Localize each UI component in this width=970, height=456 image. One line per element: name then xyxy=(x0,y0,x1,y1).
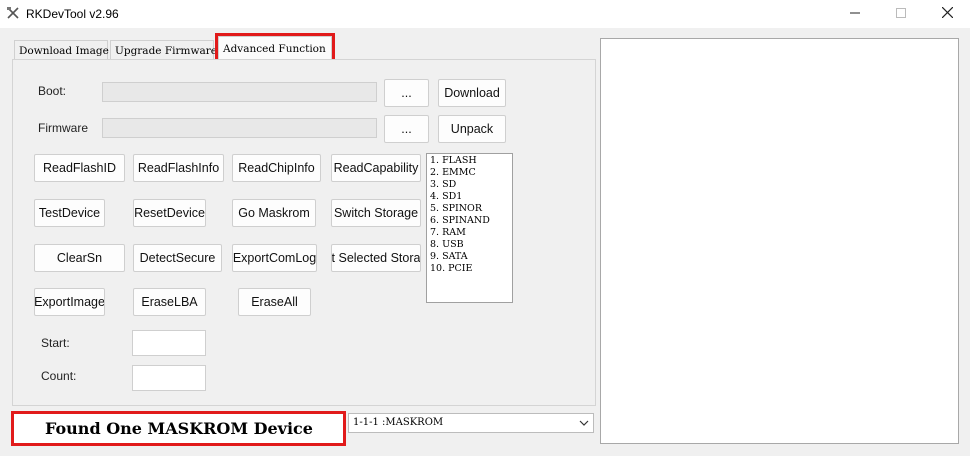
export-com-log-button[interactable]: ExportComLog xyxy=(232,244,317,272)
firmware-browse-button[interactable]: ... xyxy=(384,115,429,143)
storage-listbox[interactable]: 1. FLASH 2. EMMC 3. SD 4. SD1 5. SPINOR … xyxy=(426,153,513,303)
minimize-icon xyxy=(850,7,860,21)
list-item[interactable]: 8. USB xyxy=(430,239,512,251)
firmware-path-field[interactable] xyxy=(102,118,377,138)
test-device-button[interactable]: TestDevice xyxy=(34,199,105,227)
status-text: Found One MASKROM Device xyxy=(14,413,344,443)
export-image-button[interactable]: ExportImage xyxy=(34,288,105,316)
read-flash-info-button[interactable]: ReadFlashInfo xyxy=(133,154,224,182)
switch-storage-button[interactable]: Switch Storage xyxy=(331,199,421,227)
count-label: Count: xyxy=(41,369,77,383)
go-maskrom-button[interactable]: Go Maskrom xyxy=(232,199,316,227)
list-item[interactable]: 2. EMMC xyxy=(430,167,512,179)
boot-path-field[interactable] xyxy=(102,82,377,102)
list-item[interactable]: 3. SD xyxy=(430,179,512,191)
read-flash-id-button[interactable]: ReadFlashID xyxy=(34,154,125,182)
window-title: RKDevTool v2.96 xyxy=(26,7,119,21)
list-item[interactable]: 7. RAM xyxy=(430,227,512,239)
detect-secure-button[interactable]: DetectSecure xyxy=(133,244,222,272)
chevron-down-icon xyxy=(578,418,590,428)
reset-device-button[interactable]: ResetDevice xyxy=(133,199,206,227)
list-item[interactable]: 4. SD1 xyxy=(430,191,512,203)
log-output-panel[interactable] xyxy=(600,38,959,444)
list-item[interactable]: 9. SATA xyxy=(430,251,512,263)
unpack-button[interactable]: Unpack xyxy=(438,115,506,143)
device-select-value: 1-1-1 :MASKROM xyxy=(353,417,444,428)
list-item[interactable]: 1. FLASH xyxy=(430,155,512,167)
tab-download-image[interactable]: Download Image xyxy=(14,40,109,60)
erase-lba-button[interactable]: EraseLBA xyxy=(133,288,206,316)
close-icon xyxy=(941,6,953,21)
count-input[interactable] xyxy=(132,365,206,391)
list-item[interactable]: 6. SPINAND xyxy=(430,215,512,227)
list-item[interactable]: 10. PCIE xyxy=(430,263,512,275)
start-input[interactable] xyxy=(132,330,206,356)
selected-storage-button[interactable]: t Selected Stora xyxy=(331,244,421,272)
list-item[interactable]: 5. SPINOR xyxy=(430,203,512,215)
minimize-button[interactable] xyxy=(832,0,878,28)
maximize-icon xyxy=(896,7,906,21)
app-logo-icon xyxy=(6,6,20,20)
tab-advanced-function[interactable]: Advanced Function xyxy=(218,36,332,60)
read-capability-button[interactable]: ReadCapability xyxy=(331,154,421,182)
maximize-button[interactable] xyxy=(878,0,924,28)
clear-sn-button[interactable]: ClearSn xyxy=(34,244,125,272)
close-button[interactable] xyxy=(924,0,970,28)
boot-browse-button[interactable]: ... xyxy=(384,79,429,107)
erase-all-button[interactable]: EraseAll xyxy=(238,288,311,316)
download-button[interactable]: Download xyxy=(438,79,506,107)
title-bar: RKDevTool v2.96 xyxy=(0,0,970,28)
boot-label: Boot: xyxy=(38,84,67,98)
start-label: Start: xyxy=(41,336,70,350)
device-select[interactable]: 1-1-1 :MASKROM xyxy=(348,413,594,433)
read-chip-info-button[interactable]: ReadChipInfo xyxy=(232,154,321,182)
firmware-label: Firmware xyxy=(38,121,88,135)
tab-upgrade-firmware[interactable]: Upgrade Firmware xyxy=(110,40,217,60)
